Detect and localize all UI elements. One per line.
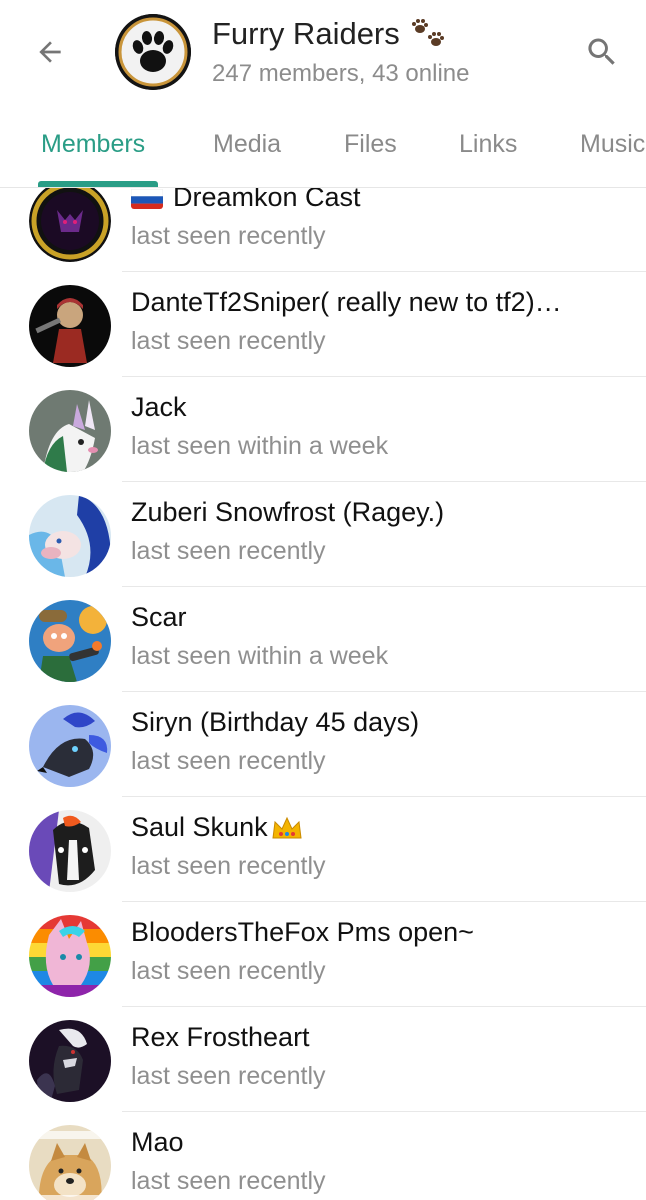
member-name: Jack <box>131 392 187 423</box>
crown-icon <box>270 814 304 842</box>
member-status: last seen recently <box>131 1167 326 1195</box>
member-status: last seen recently <box>131 537 326 565</box>
avatar <box>29 1125 111 1200</box>
member-name: Saul Skunk <box>131 812 304 843</box>
arrow-left-icon <box>39 41 61 63</box>
avatar <box>29 285 111 367</box>
member-status: last seen recently <box>131 852 326 880</box>
tab-music[interactable]: Music <box>580 130 645 159</box>
member-name-text: Scar <box>131 602 187 632</box>
member-row[interactable]: DanteTf2Sniper( really new to tf2)… last… <box>0 272 646 377</box>
member-name-text: Rex Frostheart <box>131 1022 310 1052</box>
member-name-text: Saul Skunk <box>131 812 268 842</box>
member-name-text: DanteTf2Sniper( really new to tf2)… <box>131 287 562 317</box>
member-name-text: Mao <box>131 1127 184 1157</box>
member-status: last seen recently <box>131 222 326 250</box>
avatar <box>29 495 111 577</box>
member-status: last seen within a week <box>131 642 389 670</box>
russia-flag-icon <box>131 188 163 209</box>
member-row[interactable]: Saul Skunk last seen recently <box>0 797 646 902</box>
avatar <box>29 810 111 892</box>
member-name-text: BloodersTheFox Pms open~ <box>131 917 474 947</box>
member-status: last seen within a week <box>131 432 389 460</box>
search-button[interactable] <box>580 30 624 74</box>
member-name: Rex Frostheart <box>131 1022 310 1053</box>
group-title-text: Furry Raiders <box>212 16 400 51</box>
member-row[interactable]: Dreamkon Cast last seen recently <box>0 188 646 272</box>
member-name: DanteTf2Sniper( really new to tf2)… <box>131 287 562 318</box>
member-name-text: Zuberi Snowfrost (Ragey.) <box>131 497 445 527</box>
member-row[interactable]: Jack last seen within a week <box>0 377 646 482</box>
tab-files[interactable]: Files <box>344 130 397 159</box>
member-row[interactable]: BloodersTheFox Pms open~ last seen recen… <box>0 902 646 1007</box>
member-name-text: Siryn (Birthday 45 days) <box>131 707 420 737</box>
tab-members[interactable]: Members <box>41 130 145 159</box>
group-title: Furry Raiders <box>212 16 448 52</box>
active-tab-indicator <box>38 181 158 187</box>
member-status: last seen recently <box>131 1062 326 1090</box>
paw-prints-icon <box>410 18 448 50</box>
avatar <box>29 705 111 787</box>
back-button[interactable] <box>30 32 70 72</box>
member-name: Dreamkon Cast <box>131 188 361 213</box>
member-name: Mao <box>131 1127 184 1158</box>
tab-links[interactable]: Links <box>459 130 517 159</box>
member-row[interactable]: Mao last seen recently <box>0 1112 646 1200</box>
member-status: last seen recently <box>131 957 326 985</box>
group-member-count: 247 members, 43 online <box>212 60 470 87</box>
members-list: Dreamkon Cast last seen recently DanteTf… <box>0 188 646 1200</box>
search-icon <box>588 38 615 65</box>
avatar <box>29 390 111 472</box>
member-row[interactable]: Zuberi Snowfrost (Ragey.) last seen rece… <box>0 482 646 587</box>
member-status: last seen recently <box>131 327 326 355</box>
chat-header: Furry Raiders 247 members, 43 online <box>0 0 646 110</box>
tab-media[interactable]: Media <box>213 130 281 159</box>
member-status: last seen recently <box>131 747 326 775</box>
member-name-text: Dreamkon Cast <box>173 188 361 212</box>
member-name: Siryn (Birthday 45 days) <box>131 707 419 738</box>
member-row[interactable]: Scar last seen within a week <box>0 587 646 692</box>
avatar <box>29 600 111 682</box>
member-row[interactable]: Siryn (Birthday 45 days) last seen recen… <box>0 692 646 797</box>
member-name: Zuberi Snowfrost (Ragey.) <box>131 497 444 528</box>
avatar <box>29 188 111 262</box>
member-name: BloodersTheFox Pms open~ <box>131 917 474 948</box>
group-avatar[interactable] <box>115 14 191 90</box>
member-name: Scar <box>131 602 187 633</box>
member-name-text: Jack <box>131 392 187 422</box>
tab-bar: Members Media Files Links Music <box>0 110 646 188</box>
avatar <box>29 1020 111 1102</box>
avatar <box>29 915 111 997</box>
member-row[interactable]: Rex Frostheart last seen recently <box>0 1007 646 1112</box>
